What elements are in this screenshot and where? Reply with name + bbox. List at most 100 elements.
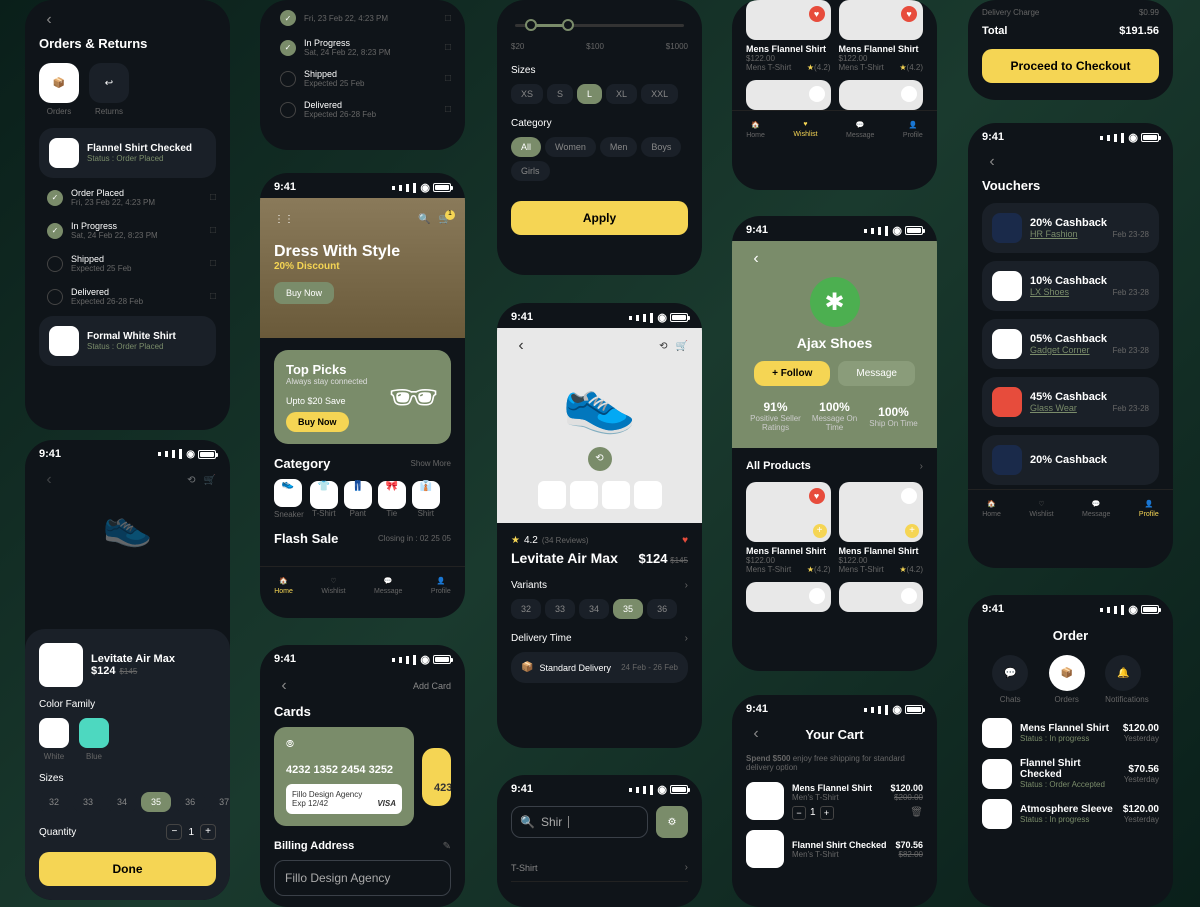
rotate-icon[interactable]: ⟲	[588, 447, 612, 471]
payment-card[interactable]: 4232	[422, 748, 451, 806]
menu-icon[interactable]: ⋮⋮	[274, 214, 294, 225]
qty-plus[interactable]: +	[820, 806, 834, 820]
checkout-button[interactable]: Proceed to Checkout	[982, 49, 1159, 83]
order-item[interactable]: Formal White Shirt Status : Order Placed	[39, 316, 216, 366]
variant[interactable]: 33	[545, 599, 575, 619]
search-icon[interactable]: 🔍	[418, 214, 430, 225]
nav-message[interactable]: 💬Message	[846, 121, 874, 139]
thumb[interactable]	[570, 481, 598, 509]
done-button[interactable]: Done	[39, 852, 216, 886]
voucher-item[interactable]: 10% CashbackLX ShoesFeb 23-28	[982, 261, 1159, 311]
category-item[interactable]: 👖Pant	[344, 481, 372, 518]
product-card[interactable]: ♡+ Mens Flannel Shirt $122.00 Mens T-Shi…	[839, 482, 924, 574]
cart-icon[interactable]: 🛒	[676, 341, 688, 352]
nav-wishlist[interactable]: ♡Wishlist	[1029, 500, 1053, 518]
size-option[interactable]: XXL	[641, 84, 678, 104]
voucher-item[interactable]: 05% CashbackGadget CornerFeb 23-28	[982, 319, 1159, 369]
cat-option[interactable]: Women	[545, 137, 596, 157]
search-input[interactable]: 🔍Shir	[511, 806, 648, 838]
color-option[interactable]: White	[39, 718, 69, 761]
apply-button[interactable]: Apply	[511, 201, 688, 235]
nav-profile[interactable]: 👤Profile	[431, 577, 451, 595]
nav-message[interactable]: 💬Message	[374, 577, 402, 595]
cat-option[interactable]: Girls	[511, 161, 550, 181]
back-icon[interactable]: ‹	[511, 336, 531, 356]
size-option[interactable]: 35	[141, 792, 171, 812]
variant[interactable]: 36	[647, 599, 677, 619]
payment-card[interactable]: ⦾ 4232 1352 2454 3252 Fillo Design Agenc…	[274, 727, 414, 826]
buy-button[interactable]: Buy Now	[274, 282, 334, 304]
qty-minus[interactable]: −	[792, 806, 806, 820]
order-item[interactable]: Flannel Shirt Checked Status : Order Pla…	[39, 128, 216, 178]
edit-icon[interactable]: ✎	[443, 841, 451, 852]
nav-home[interactable]: 🏠Home	[746, 121, 765, 139]
order-row[interactable]: Flannel Shirt CheckedStatus : Order Acce…	[982, 758, 1159, 789]
heart-icon[interactable]: ♥	[682, 535, 688, 546]
size-option[interactable]: XL	[606, 84, 637, 104]
message-button[interactable]: Message	[838, 361, 915, 386]
size-option[interactable]: XS	[511, 84, 543, 104]
top-picks-card[interactable]: Top Picks Always stay connected Upto $20…	[274, 350, 451, 444]
size-option[interactable]: 32	[39, 792, 69, 812]
category-item[interactable]: 👕T-Shirt	[310, 481, 338, 518]
color-option[interactable]: Blue	[79, 718, 109, 761]
search-result[interactable]: T-Shirt›	[511, 854, 688, 882]
cat-option[interactable]: Men	[600, 137, 638, 157]
nav-wishlist[interactable]: ♥Wishlist	[793, 121, 817, 139]
thumb[interactable]	[602, 481, 630, 509]
tab-returns[interactable]: ↩ Returns	[89, 63, 129, 116]
slider-handle[interactable]	[562, 19, 574, 31]
cat-option[interactable]: Boys	[641, 137, 681, 157]
size-option[interactable]: 33	[73, 792, 103, 812]
thumb[interactable]	[634, 481, 662, 509]
size-option[interactable]: 34	[107, 792, 137, 812]
order-row[interactable]: Atmosphere SleeveStatus : In progress$12…	[982, 799, 1159, 829]
voucher-item[interactable]: 20% Cashback	[982, 435, 1159, 485]
back-icon[interactable]: ‹	[746, 249, 766, 269]
nav-profile[interactable]: 👤Profile	[903, 121, 923, 139]
nav-wishlist[interactable]: ♡Wishlist	[321, 577, 345, 595]
tab-orders[interactable]: 📦Orders	[1049, 655, 1085, 704]
product-card[interactable]: ♥ Mens Flannel Shirt $122.00 Mens T-Shir…	[839, 0, 924, 72]
order-row[interactable]: Mens Flannel ShirtStatus : In progress$1…	[982, 718, 1159, 748]
address-field[interactable]: Fillo Design Agency	[274, 860, 451, 896]
category-item[interactable]: 👔Shirt	[412, 481, 440, 518]
variant[interactable]: 34	[579, 599, 609, 619]
qty-minus[interactable]: −	[166, 824, 182, 840]
nav-home[interactable]: 🏠Home	[274, 577, 293, 595]
filter-icon[interactable]: ⚙	[656, 806, 688, 838]
variant[interactable]: 35	[613, 599, 643, 619]
back-icon[interactable]: ‹	[982, 152, 1002, 172]
nav-profile[interactable]: 👤Profile	[1139, 500, 1159, 518]
variant[interactable]: 32	[511, 599, 541, 619]
cart-icon[interactable]: 🛒	[204, 475, 216, 486]
product-card[interactable]: ♥+ Mens Flannel Shirt $122.00 Mens T-Shi…	[746, 482, 831, 574]
category-item[interactable]: 👟Sneaker	[274, 479, 304, 519]
tab-orders[interactable]: 📦 Orders	[39, 63, 79, 116]
add-card[interactable]: Add Card	[413, 681, 451, 691]
tab-notifications[interactable]: 🔔Notifications	[1105, 655, 1149, 704]
voucher-item[interactable]: 45% CashbackGlass WearFeb 23-28	[982, 377, 1159, 427]
tab-chats[interactable]: 💬Chats	[992, 655, 1028, 704]
cart-icon[interactable]: 🛒1	[439, 214, 451, 225]
back-icon[interactable]: ‹	[39, 10, 59, 30]
category-item[interactable]: 🎀Tie	[378, 481, 406, 518]
nav-message[interactable]: 💬Message	[1082, 500, 1110, 518]
size-option[interactable]: 36	[175, 792, 205, 812]
back-icon[interactable]: ‹	[746, 724, 766, 744]
back-icon[interactable]: ‹	[274, 676, 294, 696]
chevron-icon[interactable]: ›	[920, 461, 923, 472]
product-card[interactable]: ♥ Mens Flannel Shirt $122.00 Mens T-Shir…	[746, 0, 831, 72]
thumb[interactable]	[538, 481, 566, 509]
size-option[interactable]: S	[547, 84, 573, 104]
delete-icon[interactable]: 🗑	[910, 807, 923, 818]
show-more[interactable]: Show More	[411, 459, 451, 468]
voucher-item[interactable]: 20% CashbackHR FashionFeb 23-28	[982, 203, 1159, 253]
share-icon[interactable]: ⟲	[659, 341, 667, 352]
qty-plus[interactable]: +	[200, 824, 216, 840]
chevron-icon[interactable]: ›	[685, 580, 688, 591]
back-icon[interactable]: ‹	[39, 470, 59, 490]
cat-option[interactable]: All	[511, 137, 541, 157]
size-option[interactable]: 37	[209, 792, 230, 812]
nav-home[interactable]: 🏠Home	[982, 500, 1001, 518]
